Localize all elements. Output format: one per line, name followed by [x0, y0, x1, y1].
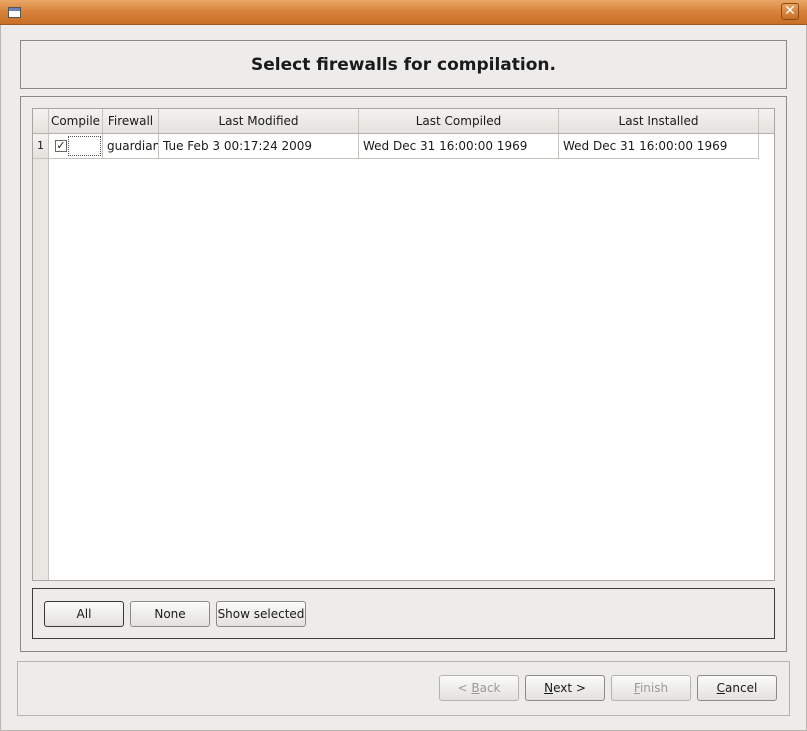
back-mnemonic: B — [471, 681, 480, 695]
select-none-button[interactable]: None — [130, 601, 210, 627]
cancel-button[interactable]: Cancel — [697, 675, 777, 701]
column-header-last-installed[interactable]: Last Installed — [559, 109, 759, 134]
back-button[interactable]: < Back — [439, 675, 519, 701]
row-header-column — [33, 134, 49, 580]
compile-checkbox[interactable]: ✓ — [55, 140, 67, 152]
last-compiled-cell[interactable]: Wed Dec 31 16:00:00 1969 — [359, 134, 559, 159]
column-header-firewall[interactable]: Firewall — [103, 109, 159, 134]
next-button[interactable]: Next > — [525, 675, 605, 701]
cancel-label: ancel — [725, 681, 758, 695]
compile-cell[interactable]: ✓ — [49, 134, 103, 159]
firewall-table[interactable]: Compile Firewall Last Modified Last Comp… — [32, 108, 775, 581]
column-header-last-compiled[interactable]: Last Compiled — [359, 109, 559, 134]
cell-focus-indicator — [68, 136, 101, 156]
back-label: ack — [479, 681, 501, 695]
firewall-name-cell[interactable]: guardian — [103, 134, 159, 159]
last-modified-cell[interactable]: Tue Feb 3 00:17:24 2009 — [159, 134, 359, 159]
finish-label: inish — [639, 681, 669, 695]
page-title: Select firewalls for compilation. — [251, 54, 556, 75]
show-selected-button[interactable]: Show selected — [216, 601, 306, 627]
next-label: ext > — [553, 681, 586, 695]
last-installed-cell[interactable]: Wed Dec 31 16:00:00 1969 — [559, 134, 759, 159]
next-mnemonic: N — [544, 681, 554, 695]
row-number[interactable]: 1 — [33, 134, 49, 159]
back-prefix: < — [457, 681, 472, 695]
finish-button[interactable]: Finish — [611, 675, 691, 701]
close-button[interactable]: ✕ — [781, 3, 799, 20]
header-panel: Select firewalls for compilation. — [20, 40, 787, 89]
select-all-button[interactable]: All — [44, 601, 124, 627]
table-corner — [33, 109, 49, 134]
column-header-last-modified[interactable]: Last Modified — [159, 109, 359, 134]
column-header-compile[interactable]: Compile — [49, 109, 103, 134]
selection-button-panel: All None Show selected — [32, 588, 775, 639]
cancel-mnemonic: C — [716, 681, 726, 695]
window-icon — [8, 7, 21, 18]
column-header-filler — [759, 109, 774, 134]
title-bar[interactable]: ✕ — [0, 0, 807, 25]
